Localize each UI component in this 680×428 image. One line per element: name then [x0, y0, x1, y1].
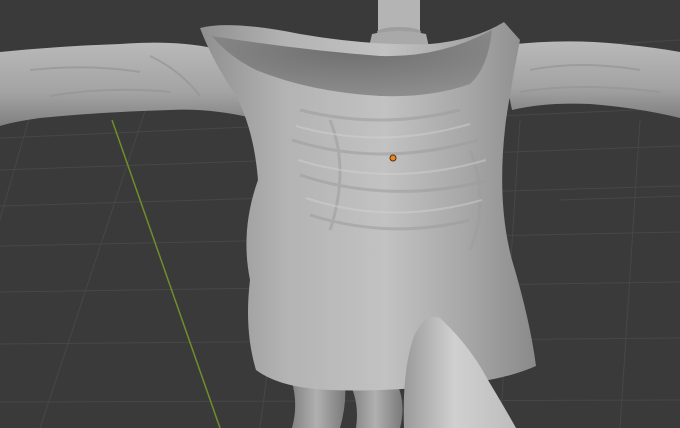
object-origin-icon[interactable]	[389, 154, 397, 162]
y-axis-line	[111, 119, 221, 428]
right-sleeve-mesh[interactable]	[500, 41, 680, 118]
3d-viewport[interactable]	[0, 0, 680, 428]
